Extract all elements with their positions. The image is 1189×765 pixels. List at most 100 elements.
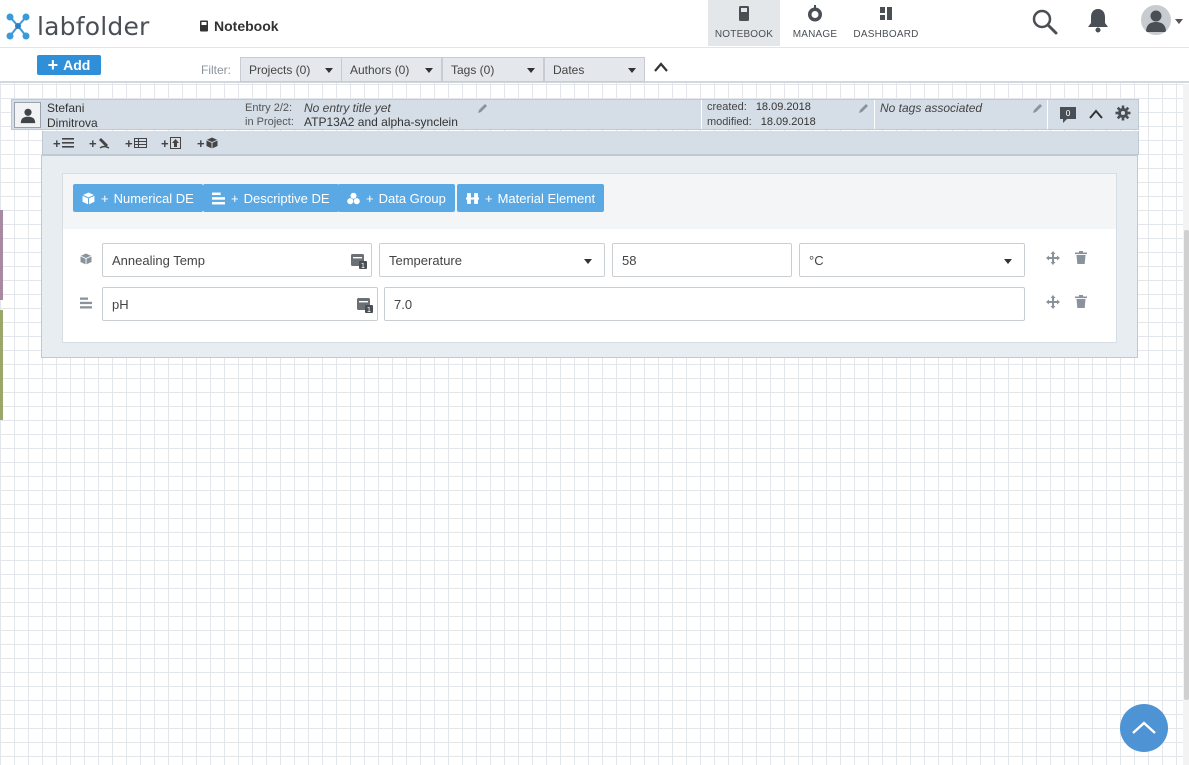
side-tab-strip: [0, 310, 3, 420]
filter-tags-label: Tags (0): [451, 62, 495, 77]
add-data-group-button[interactable]: + Data Group: [338, 184, 455, 212]
author-last-name: Dimitrova: [47, 116, 98, 130]
numerical-de-name-field[interactable]: Annealing Temp 1: [102, 243, 372, 277]
modified-date: modified: 18.09.2018: [707, 116, 816, 128]
chevron-down-icon: [628, 68, 636, 73]
bell-icon[interactable]: [1086, 7, 1110, 33]
filter-bar: + Add Filter: Projects (0) Authors (0) T…: [0, 48, 1189, 83]
data-elements-panel: + Numerical DE + Descriptive DE + Data G…: [62, 173, 1117, 343]
labfolder-logo-icon: [6, 13, 30, 40]
page-title-text: Notebook: [214, 18, 279, 34]
notebook-icon: [739, 6, 749, 21]
add-button-label: Add: [63, 57, 91, 73]
nav-notebook-label: NOTEBOOK: [714, 29, 774, 40]
plus-icon: +: [231, 190, 239, 206]
project-name[interactable]: ATP13A2 and alpha-synclein: [304, 115, 458, 129]
plus-icon: +: [197, 135, 205, 151]
cube-icon: [80, 253, 92, 265]
add-sketch-button[interactable]: +: [89, 135, 110, 151]
data-element-toolbar: + Numerical DE + Descriptive DE + Data G…: [63, 174, 1116, 229]
chevron-down-icon[interactable]: [1175, 19, 1183, 24]
plus-icon: +: [89, 135, 97, 151]
add-data-element-button[interactable]: +: [197, 135, 218, 151]
collapse-filters-icon[interactable]: [652, 60, 670, 74]
material-icon: [466, 192, 479, 204]
edit-date-icon[interactable]: [858, 103, 869, 114]
nav-dashboard-label: DASHBOARD: [853, 29, 919, 40]
entry-tags[interactable]: No tags associated: [880, 101, 982, 115]
entry-title[interactable]: No entry title yet: [304, 101, 391, 115]
author-first-name: Stefani: [47, 101, 85, 115]
plus-icon: +: [125, 135, 133, 151]
filter-dates[interactable]: Dates: [544, 57, 645, 82]
descriptive-value-field[interactable]: 7.0: [384, 287, 1025, 321]
move-icon[interactable]: [1046, 295, 1060, 309]
side-tab-strip: [0, 210, 3, 300]
descriptive-icon: [80, 297, 92, 309]
plus-icon: +: [47, 55, 59, 75]
scroll-to-top-button[interactable]: [1120, 704, 1168, 752]
add-upload-button[interactable]: +: [161, 136, 181, 151]
gear-icon[interactable]: [1115, 105, 1131, 121]
edit-title-icon[interactable]: [477, 103, 488, 114]
entry-dates: created: 18.09.2018 modified: 18.09.2018: [701, 100, 875, 129]
nav-notebook[interactable]: NOTEBOOK: [708, 0, 780, 46]
filter-dates-label: Dates: [553, 62, 585, 77]
filter-projects[interactable]: Projects (0): [240, 57, 342, 82]
text-icon: [61, 138, 74, 148]
app-name: labfolder: [37, 11, 150, 41]
descriptive-de-name-field[interactable]: pH 1: [102, 287, 378, 321]
chevron-up-icon[interactable]: [1089, 109, 1103, 119]
project-label: in Project:: [245, 116, 294, 128]
add-button[interactable]: + Add: [37, 55, 101, 75]
chevron-down-icon: [325, 68, 333, 73]
filter-label: Filter:: [201, 63, 231, 77]
filter-tags[interactable]: Tags (0): [442, 57, 544, 82]
table-icon: [133, 138, 147, 148]
trash-icon[interactable]: [1075, 251, 1087, 264]
unit-value: °C: [809, 252, 824, 268]
descriptive-value: 7.0: [394, 296, 413, 312]
created-label: created:: [707, 101, 747, 113]
data-group-label: Data Group: [378, 190, 446, 206]
trash-icon[interactable]: [1075, 295, 1087, 308]
plus-icon: +: [485, 190, 493, 206]
nav-manage[interactable]: MANAGE: [788, 0, 842, 46]
descriptive-de-name: pH: [112, 296, 129, 312]
add-numerical-de-button[interactable]: + Numerical DE: [73, 184, 203, 212]
quantity-select[interactable]: Temperature: [379, 243, 605, 277]
created-value: 18.09.2018: [755, 101, 811, 113]
app-logo[interactable]: labfolder: [4, 8, 150, 44]
comment-icon[interactable]: 0: [1058, 105, 1078, 125]
user-avatar[interactable]: [1141, 5, 1171, 35]
user-icon: [20, 108, 35, 124]
search-icon[interactable]: [1031, 8, 1059, 36]
filter-authors[interactable]: Authors (0): [341, 57, 442, 82]
svg-text:1: 1: [361, 262, 365, 269]
add-descriptive-de-button[interactable]: + Descriptive DE: [203, 184, 339, 212]
created-date: created: 18.09.2018: [707, 101, 811, 113]
plus-icon: +: [366, 190, 374, 206]
move-icon[interactable]: [1046, 251, 1060, 265]
cube-icon: [82, 192, 95, 204]
edit-tags-icon[interactable]: [1032, 103, 1043, 114]
notebook-icon: [200, 20, 208, 32]
chevron-down-icon: [584, 259, 592, 264]
add-table-button[interactable]: +: [125, 135, 147, 151]
page-title: Notebook: [199, 18, 279, 34]
dashboard-icon: [880, 7, 892, 20]
numerical-value-field[interactable]: 58: [612, 243, 792, 277]
filter-authors-label: Authors (0): [350, 62, 410, 77]
add-material-element-button[interactable]: + Material Element: [457, 184, 605, 212]
add-text-button[interactable]: +: [53, 135, 74, 151]
plus-icon: +: [53, 135, 61, 151]
numerical-value: 58: [622, 252, 637, 268]
modified-label: modified:: [707, 116, 752, 128]
numerical-de-name: Annealing Temp: [112, 252, 205, 268]
scrollbar-thumb[interactable]: [1184, 230, 1189, 700]
entry-header: Stefani Dimitrova Entry 2/2: in Project:…: [11, 99, 1139, 130]
nav-dashboard[interactable]: DASHBOARD: [850, 0, 922, 46]
unit-select[interactable]: °C: [799, 243, 1025, 277]
quantity-value: Temperature: [389, 252, 462, 268]
entry-actions: 0: [1047, 100, 1139, 129]
